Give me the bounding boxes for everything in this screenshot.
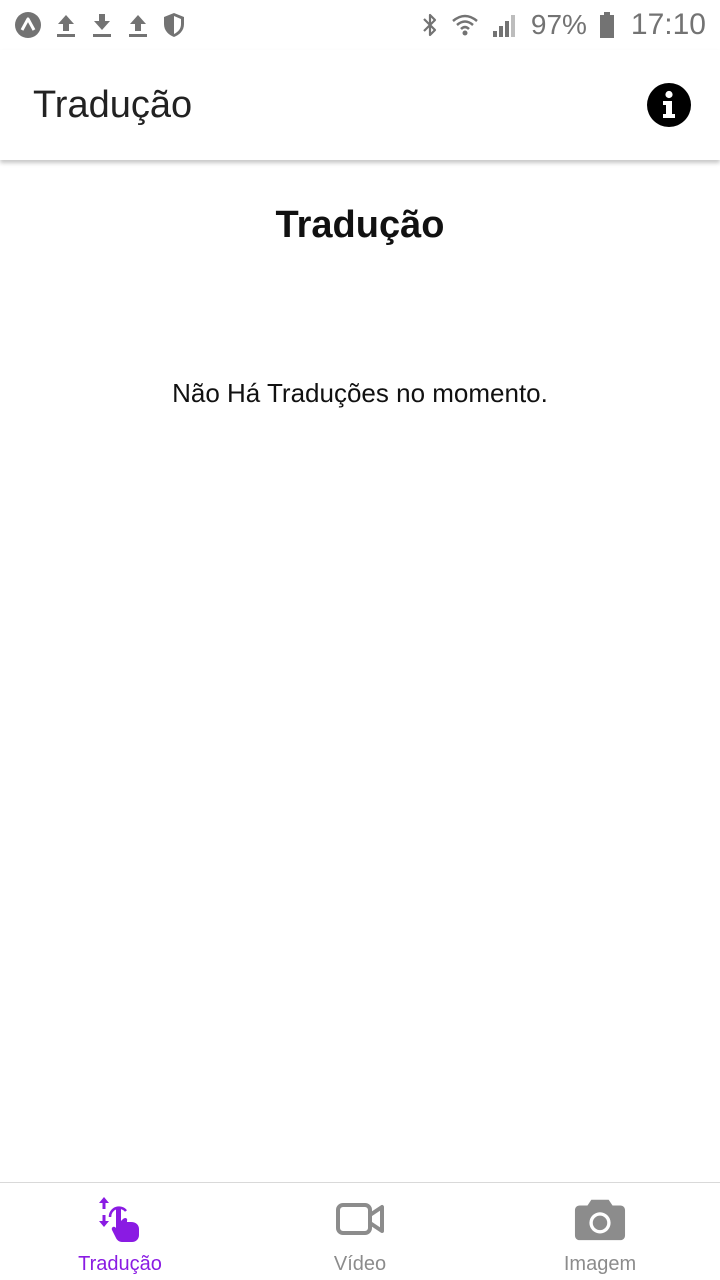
nav-item-imagem[interactable]: Imagem [480,1183,720,1280]
nav-label-imagem: Imagem [563,1253,637,1275]
nav-label-traducao: Tradução [78,1253,162,1275]
page-title: Tradução [275,204,445,246]
bluetooth-icon [421,11,439,39]
nav-label-video: Vídeo [333,1253,387,1275]
info-button[interactable] [646,82,692,128]
shield-icon [162,11,186,39]
camera-icon [574,1195,626,1243]
info-icon [647,83,691,127]
upload-icon [126,12,150,38]
app-logo-icon [14,11,42,39]
wifi-icon [451,11,479,39]
status-bar-notifications [14,11,186,39]
battery-icon [599,11,615,39]
video-camera-icon [334,1195,386,1243]
status-bar-system: 97% 17:10 [421,8,706,42]
translate-touch-icon [94,1195,146,1243]
upload-icon [54,12,78,38]
nav-item-video[interactable]: Vídeo [240,1183,480,1280]
app-bar: Tradução [0,50,720,160]
signal-icon [491,11,519,39]
app-screen: 97% 17:10 Tradução Tradução Não Há Tradu… [0,0,720,1280]
main-content: Tradução Não Há Traduções no momento. [0,160,720,1182]
empty-state-message: Não Há Traduções no momento. [172,378,548,408]
app-bar-title: Tradução [33,83,193,126]
download-icon [90,12,114,38]
battery-percent: 97% [530,9,587,40]
nav-item-traducao[interactable]: Tradução [0,1183,240,1280]
bottom-navigation: Tradução Vídeo Imagem [0,1182,720,1280]
status-bar: 97% 17:10 [0,0,720,50]
status-clock: 17:10 [630,8,706,41]
